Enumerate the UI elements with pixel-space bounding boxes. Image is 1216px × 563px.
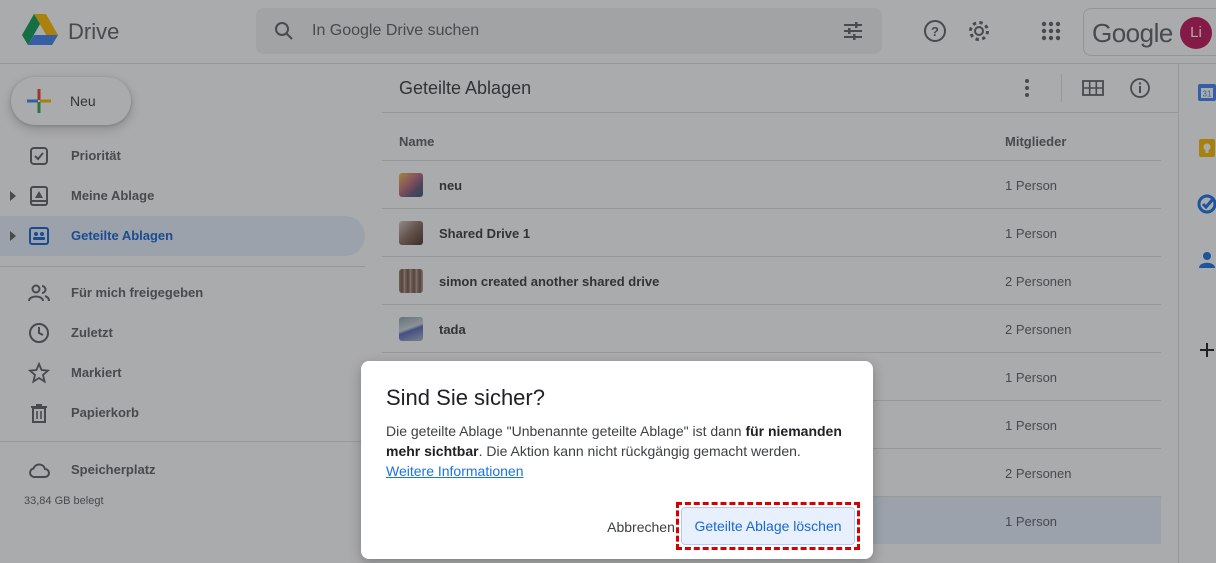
dialog-title: Sind Sie sicher? (386, 385, 545, 410)
delete-shared-drive-button[interactable]: Geteilte Ablage löschen (681, 507, 855, 545)
confirm-delete-dialog: Sind Sie sicher? Die geteilte Ablage "Un… (361, 361, 873, 559)
learn-more-link[interactable]: Weitere Informationen (386, 463, 523, 479)
dialog-body-text: Die geteilte Ablage "Unbenannte geteilte… (386, 423, 746, 439)
dialog-body-text: . Die Aktion kann nicht rückgängig gemac… (478, 443, 801, 459)
dialog-body: Die geteilte Ablage "Unbenannte geteilte… (386, 421, 856, 481)
